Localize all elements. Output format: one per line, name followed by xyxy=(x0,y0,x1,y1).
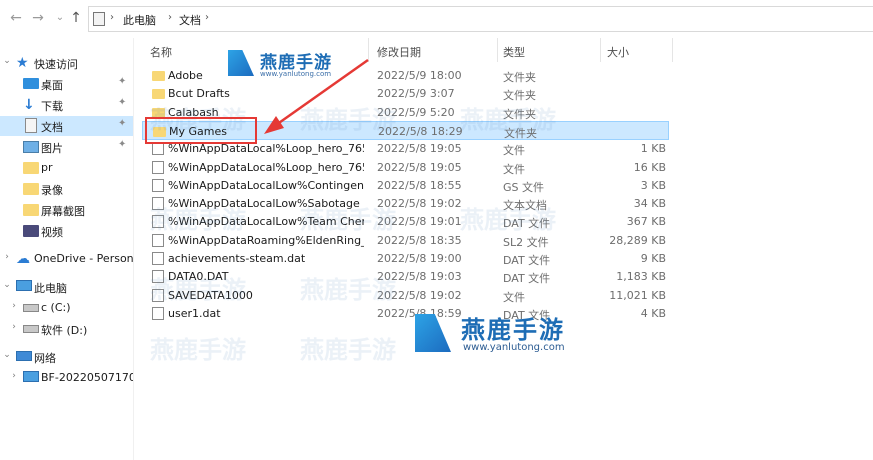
annotation-arrow-icon xyxy=(264,58,369,134)
